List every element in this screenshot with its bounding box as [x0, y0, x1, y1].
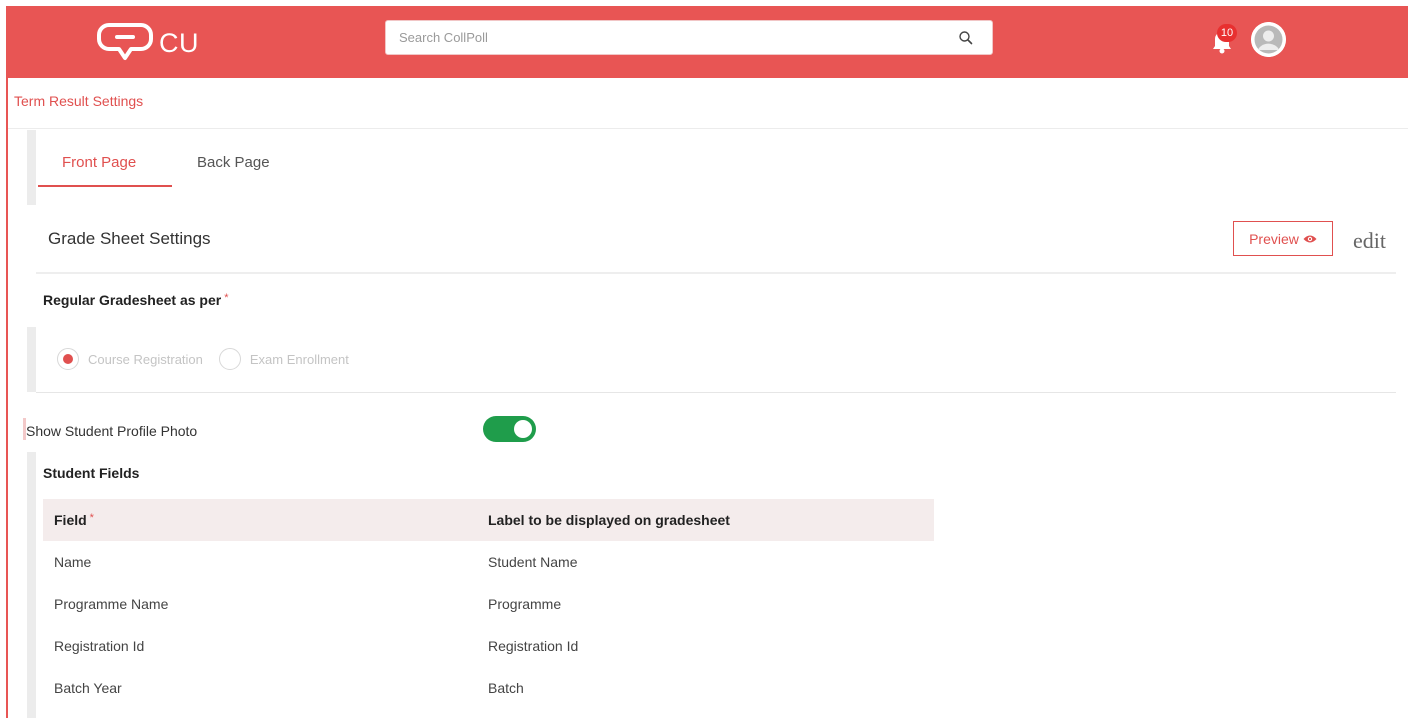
required-asterisk: * [89, 512, 94, 524]
edit-link[interactable]: edit [1353, 228, 1386, 254]
section-title: Grade Sheet Settings [48, 229, 211, 248]
table-row: Name Student Name [43, 541, 934, 583]
student-fields-table: Field * Label to be displayed on gradeshe… [43, 499, 934, 709]
column-header-label: Label to be displayed on gradesheet [488, 512, 730, 528]
user-avatar-icon[interactable] [1251, 22, 1286, 57]
rail-gap [27, 205, 36, 327]
logo-text: CU [159, 27, 199, 58]
field-cell: Programme Name [54, 596, 169, 612]
field-cell: Name [54, 554, 92, 570]
profile-photo-toggle[interactable] [483, 416, 536, 442]
search-bar [385, 20, 993, 55]
table-row: Programme Name Programme [43, 583, 934, 625]
label-cell: Student Name [488, 554, 578, 570]
required-asterisk: * [224, 292, 229, 304]
radio-exam-enrollment[interactable] [218, 348, 241, 370]
app-logo[interactable]: CU [97, 21, 207, 63]
active-tab-indicator [38, 185, 172, 187]
notification-count-badge[interactable]: 10 [1217, 24, 1237, 42]
speech-bubble-logo-icon [97, 23, 153, 60]
gradesheet-basis-radio-group: Course Registration Exam Enrollment [57, 347, 365, 371]
label-cell: Batch [488, 680, 524, 696]
eye-icon [1303, 235, 1317, 242]
preview-button[interactable]: Preview [1233, 221, 1333, 256]
breadcrumb[interactable]: Term Result Settings [14, 93, 143, 109]
page: CU 10 Term Result Settings Front Page Ba… [0, 0, 1408, 718]
regular-gradesheet-label: Regular Gradesheet as per * [43, 292, 228, 308]
table-header-row: Field * Label to be displayed on gradeshe… [43, 499, 934, 541]
column-header-field-text: Field [54, 512, 87, 528]
divider [8, 128, 1408, 129]
search-input[interactable] [386, 21, 946, 54]
label-cell: Registration Id [488, 638, 579, 654]
profile-photo-label: Show Student Profile Photo [26, 423, 198, 439]
radio-course-registration[interactable] [57, 348, 79, 370]
frame-border-left [6, 6, 8, 718]
field-cell: Registration Id [54, 638, 145, 654]
column-header-field: Field * [43, 512, 488, 528]
search-icon[interactable] [958, 30, 974, 46]
radio-label-course-registration[interactable]: Course Registration [88, 352, 203, 367]
divider [36, 392, 1396, 393]
label-cell: Programme [488, 596, 562, 612]
radio-label-exam-enrollment[interactable]: Exam Enrollment [250, 352, 349, 367]
tab-back-page[interactable]: Back Page [197, 154, 270, 171]
regular-gradesheet-label-text: Regular Gradesheet as per [43, 292, 222, 308]
rail-gap [27, 392, 36, 452]
divider [36, 272, 1396, 274]
table-row: Batch Year Batch [43, 667, 934, 709]
toggle-knob [514, 420, 532, 438]
field-cell: Batch Year [54, 680, 122, 696]
table-row: Registration Id Registration Id [43, 625, 934, 667]
preview-button-label: Preview [1249, 230, 1299, 247]
student-fields-title: Student Fields [43, 465, 140, 481]
tab-front-page[interactable]: Front Page [62, 154, 136, 171]
